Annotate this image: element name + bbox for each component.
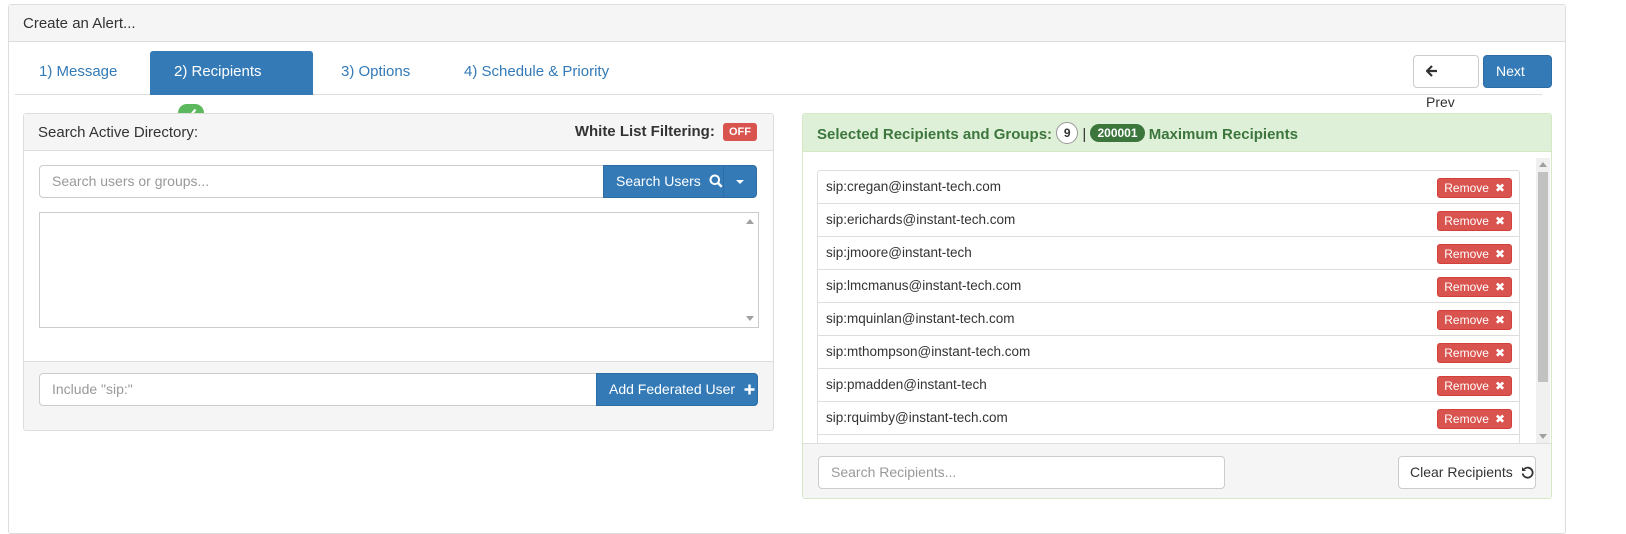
close-icon: ✖ [1494,280,1505,294]
search-users-input[interactable]: Search users or groups... [39,165,605,198]
add-federated-user-label: Add Federated User [609,381,736,397]
list-item: sip:jmoore@instant-tech Remove ✖ [817,236,1520,270]
close-icon: ✖ [1494,346,1505,360]
remove-label: Remove [1444,346,1489,360]
search-directory-body: Search users or groups... Search Users [24,151,773,362]
clear-recipients-label: Clear Recipients [1410,464,1513,480]
search-directory-panel: Search Active Directory: White List Filt… [23,113,774,431]
tab-message[interactable]: 1) Message [15,51,141,95]
max-recipients-badge: 200001 [1090,124,1145,142]
selected-recipients-title: Selected Recipients and Groups: [817,125,1053,143]
federated-user-input[interactable]: Include "sip:" [39,373,599,406]
add-federated-user-button[interactable]: Add Federated User [596,373,758,406]
recipient-address: sip:cregan@instant-tech.com [826,179,1002,194]
header-separator: | [1082,125,1087,143]
remove-button[interactable]: Remove ✖ [1437,409,1512,429]
search-results-list[interactable] [39,212,759,328]
remove-label: Remove [1444,181,1489,195]
list-item: sip:pmadden@instant-tech Remove ✖ [817,368,1520,402]
wizard-tabs: 1) Message 2) Recipients 3) Options 4) S… [15,51,1542,123]
scrollbar-thumb[interactable] [1538,172,1548,382]
remove-button[interactable]: Remove ✖ [1437,376,1512,396]
remove-label: Remove [1444,247,1489,261]
recipient-address: sip:jmoore@instant-tech [826,245,972,260]
list-item: sip:rquimby@instant-tech.com Remove ✖ [817,401,1520,435]
arrow-right-icon [1497,96,1509,108]
selected-recipients-panel: Selected Recipients and Groups: 9 | 2000… [802,113,1552,499]
recipient-address: sip:mquinlan@instant-tech.com [826,311,1015,326]
recipient-address: sip:lmcmanus@instant-tech.com [826,278,1022,293]
close-icon: ✖ [1494,214,1505,228]
page-title: Create an Alert... [9,5,1565,42]
scroll-up-icon[interactable] [746,219,754,224]
scroll-up-icon[interactable] [1539,162,1547,167]
remove-label: Remove [1444,280,1489,294]
list-item: sip:mthompson@instant-tech.com Remove ✖ [817,335,1520,369]
recipient-address: sip:rquimby@instant-tech.com [826,410,1008,425]
white-list-label: White List Filtering: [574,123,715,140]
tab-message-label: 1) Message [39,63,118,80]
next-label: Next [1496,63,1525,79]
recipient-address: sip:pmadden@instant-tech [826,377,987,392]
plus-icon [744,384,755,395]
close-icon: ✖ [1494,313,1505,327]
remove-button[interactable]: Remove ✖ [1437,310,1512,330]
remove-label: Remove [1444,313,1489,327]
search-options-dropdown-button[interactable] [723,165,757,198]
close-icon: ✖ [1494,247,1505,261]
max-recipients-label: Maximum Recipients [1148,125,1298,143]
arrow-left-icon [1425,65,1437,77]
white-list-status-badge[interactable]: OFF [723,123,757,141]
undo-icon [1521,466,1534,479]
recipients-scrollbar[interactable] [1536,158,1550,443]
list-item: sip:cregan@instant-tech.com Remove ✖ [817,170,1520,204]
close-icon: ✖ [1494,181,1505,195]
list-item: sip:lmcmanus@instant-tech.com Remove ✖ [817,269,1520,303]
close-icon: ✖ [1494,379,1505,393]
search-directory-header: Search Active Directory: White List Filt… [24,114,773,151]
search-icon [709,174,723,188]
remove-button[interactable]: Remove ✖ [1437,211,1512,231]
tab-options-label: 3) Options [341,63,411,80]
search-users-button[interactable]: Search Users [603,165,724,198]
tab-schedule-priority[interactable]: 4) Schedule & Priority [440,51,633,95]
list-item: sip:erichards@instant-tech.com Remove ✖ [817,203,1520,237]
remove-label: Remove [1444,412,1489,426]
scroll-down-icon[interactable] [746,316,754,321]
remove-button[interactable]: Remove ✖ [1437,178,1512,198]
remove-label: Remove [1444,379,1489,393]
white-list-filter: White List Filtering: OFF [575,123,757,141]
clear-recipients-button[interactable]: Clear Recipients [1398,456,1536,489]
selected-recipients-header: Selected Recipients and Groups: 9 | 2000… [803,114,1551,152]
selected-recipients-footer: Search Recipients... Clear Recipients [803,443,1551,498]
tab-options[interactable]: 3) Options [317,51,434,95]
recipient-address: sip:mthompson@instant-tech.com [826,344,1031,359]
list-item: sip:mquinlan@instant-tech.com Remove ✖ [817,302,1520,336]
tab-schedule-priority-label: 4) Schedule & Priority [464,63,610,80]
remove-label: Remove [1444,214,1489,228]
tab-recipients[interactable]: 2) Recipients [150,51,313,123]
search-users-label: Search Users [616,173,701,189]
prev-button[interactable]: Prev [1413,55,1479,110]
recipient-count-badge: 9 [1056,122,1079,144]
recipient-address: sip:erichards@instant-tech.com [826,212,1016,227]
prev-label: Prev [1426,94,1455,110]
search-directory-title: Search Active Directory: [38,124,199,141]
remove-button[interactable]: Remove ✖ [1437,343,1512,363]
remove-button[interactable]: Remove ✖ [1437,277,1512,297]
tab-recipients-label: 2) Recipients [174,63,262,80]
scroll-down-icon[interactable] [1539,434,1547,439]
search-recipients-input[interactable]: Search Recipients... [818,456,1225,489]
recipients-list: sip:cregan@instant-tech.com Remove ✖ sip:e… [817,170,1520,444]
remove-button[interactable]: Remove ✖ [1437,244,1512,264]
next-button[interactable]: Next [1483,55,1552,108]
close-icon: ✖ [1494,412,1505,426]
